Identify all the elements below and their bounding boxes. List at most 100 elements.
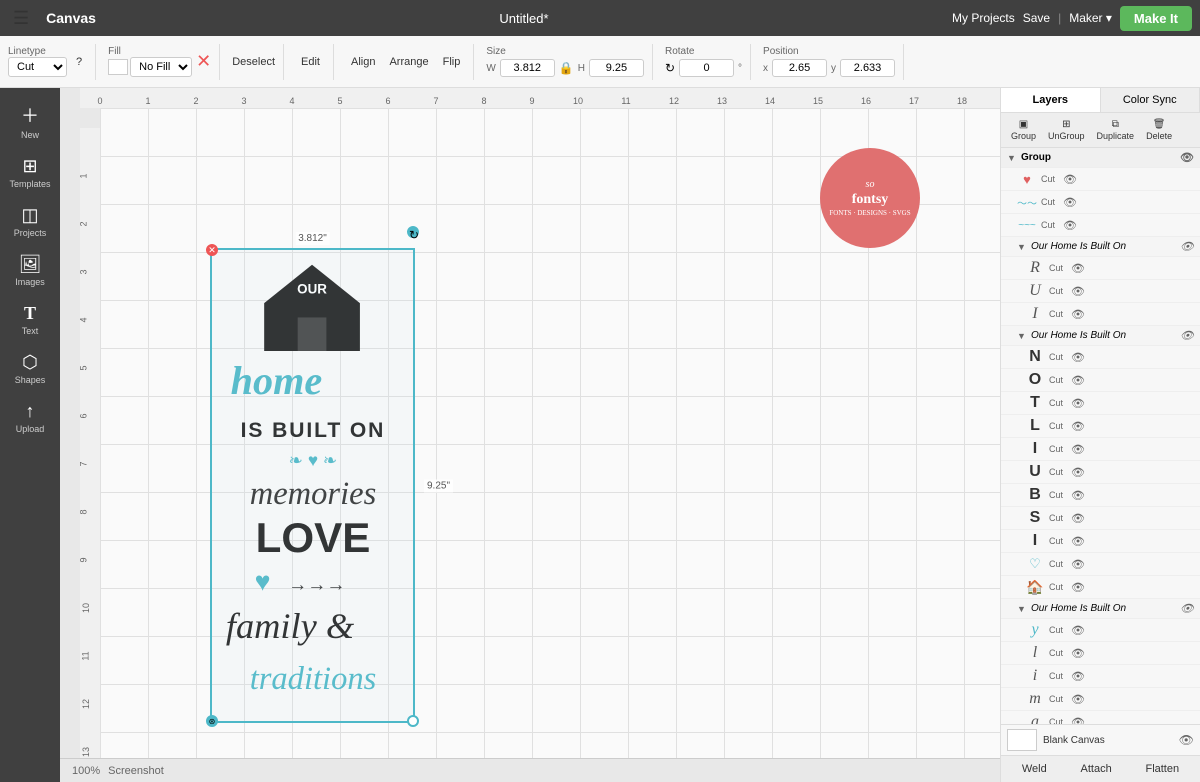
height-input[interactable]: 9.25: [589, 59, 644, 77]
eye-icon[interactable]: 👁: [1071, 374, 1085, 387]
eye-icon[interactable]: 👁: [1071, 308, 1085, 321]
eye-icon[interactable]: 👁: [1071, 351, 1085, 364]
list-item[interactable]: ♡ Cut 👁: [1001, 553, 1200, 576]
linetype-select[interactable]: CutDrawScore: [8, 57, 67, 77]
sidebar-item-upload[interactable]: ↑ Upload: [4, 395, 56, 440]
eye-icon[interactable]: 👁: [1180, 151, 1194, 164]
eye-icon[interactable]: 👁: [1180, 602, 1194, 615]
fill-color-box[interactable]: [108, 59, 128, 75]
eye-icon[interactable]: 👁: [1071, 512, 1085, 525]
eye-icon[interactable]: 👁: [1071, 624, 1085, 637]
letter-i-icon: I: [1025, 441, 1045, 457]
my-projects-button[interactable]: My Projects: [952, 11, 1015, 25]
align-button[interactable]: Align: [346, 53, 380, 71]
list-item[interactable]: ♥ Cut 👁: [1001, 168, 1200, 191]
selection-box[interactable]: ✕ ↻ ⊛ 3.812" 9.25": [210, 248, 415, 723]
eye-icon[interactable]: 👁: [1071, 262, 1085, 275]
list-item[interactable]: y Cut 👁: [1001, 619, 1200, 642]
eye-icon[interactable]: 👁: [1180, 240, 1194, 253]
make-it-button[interactable]: Make It: [1120, 6, 1192, 31]
list-item[interactable]: ~~~ Cut 👁: [1001, 214, 1200, 237]
list-item[interactable]: T Cut 👁: [1001, 392, 1200, 415]
edit-button[interactable]: Edit: [296, 53, 325, 71]
layer-sub-group-1[interactable]: ▼ Our Home Is Built On 👁: [1001, 237, 1200, 257]
menu-icon[interactable]: ☰: [8, 5, 34, 32]
eye-icon[interactable]: 👁: [1063, 196, 1077, 209]
y-position-input[interactable]: 2.633: [840, 59, 895, 77]
flatten-button[interactable]: Flatten: [1137, 760, 1187, 778]
list-item[interactable]: L Cut 👁: [1001, 415, 1200, 438]
list-item[interactable]: I Cut 👁: [1001, 530, 1200, 553]
list-item[interactable]: U Cut 👁: [1001, 461, 1200, 484]
list-item[interactable]: O Cut 👁: [1001, 369, 1200, 392]
eye-icon[interactable]: 👁: [1071, 581, 1085, 594]
tab-color-sync[interactable]: Color Sync: [1101, 88, 1200, 112]
canvas-scroll[interactable]: 1 2 3 4 5 6 7 8 9 10 11 12 13 14 15: [80, 108, 1000, 782]
ungroup-button[interactable]: ⊞ UnGroup: [1044, 117, 1089, 143]
eye-icon[interactable]: 👁: [1071, 397, 1085, 410]
eye-icon[interactable]: 👁: [1180, 329, 1194, 342]
fill-select[interactable]: No FillColor: [130, 57, 192, 77]
zoom-label: 100%: [72, 765, 100, 777]
group-button[interactable]: ▣ Group: [1007, 117, 1040, 143]
sidebar-item-new[interactable]: ＋ New: [4, 96, 56, 146]
rotate-handle[interactable]: ↻: [407, 226, 419, 238]
eye-icon[interactable]: 👁: [1071, 420, 1085, 433]
lock-bl-handle[interactable]: ⊛: [206, 715, 218, 727]
layer-sub-group-2[interactable]: ▼ Our Home Is Built On 👁: [1001, 326, 1200, 346]
rotate-input[interactable]: 0: [679, 59, 734, 77]
layer-sub-group-3[interactable]: ▼ Our Home Is Built On 👁: [1001, 599, 1200, 619]
eye-icon[interactable]: 👁: [1071, 716, 1085, 725]
list-item[interactable]: m Cut 👁: [1001, 688, 1200, 711]
maker-button[interactable]: Maker ▾: [1069, 11, 1112, 25]
arrange-button[interactable]: Arrange: [384, 53, 433, 71]
eye-icon[interactable]: 👁: [1071, 558, 1085, 571]
delete-button[interactable]: 🗑 Delete: [1142, 117, 1176, 143]
tab-layers[interactable]: Layers: [1001, 88, 1101, 112]
x-position-input[interactable]: 2.65: [772, 59, 827, 77]
close-handle[interactable]: ✕: [206, 244, 218, 256]
list-item[interactable]: i Cut 👁: [1001, 665, 1200, 688]
list-item[interactable]: I Cut 👁: [1001, 303, 1200, 326]
sidebar-item-images[interactable]: 🖼 Images: [4, 248, 56, 293]
eye-icon[interactable]: 👁: [1071, 670, 1085, 683]
list-item[interactable]: S Cut 👁: [1001, 507, 1200, 530]
list-item[interactable]: B Cut 👁: [1001, 484, 1200, 507]
list-item[interactable]: 🏠 Cut 👁: [1001, 576, 1200, 599]
eye-icon[interactable]: 👁: [1063, 173, 1077, 186]
canvas-area[interactable]: 0 1 2 3 4 5 6 7 8 9 10 11 12 13 14 15 16…: [60, 88, 1000, 782]
flip-button[interactable]: Flip: [438, 53, 466, 71]
deselect-button[interactable]: Deselect: [232, 56, 275, 68]
duplicate-button[interactable]: ⧉ Duplicate: [1093, 117, 1139, 143]
list-item[interactable]: 〜〜 Cut 👁: [1001, 191, 1200, 214]
list-item[interactable]: U Cut 👁: [1001, 280, 1200, 303]
eye-icon[interactable]: 👁: [1063, 219, 1077, 232]
eye-icon[interactable]: 👁: [1071, 535, 1085, 548]
list-item[interactable]: R Cut 👁: [1001, 257, 1200, 280]
resize-br-handle[interactable]: [407, 715, 419, 727]
rotate-group: Rotate ↻ 0 °: [665, 44, 751, 80]
sidebar-item-text[interactable]: T Text: [4, 297, 56, 342]
linetype-help[interactable]: ?: [71, 53, 87, 71]
list-item[interactable]: I Cut 👁: [1001, 438, 1200, 461]
list-item[interactable]: a Cut 👁: [1001, 711, 1200, 724]
canvas-eye-icon[interactable]: 👁: [1179, 733, 1194, 747]
list-item[interactable]: N Cut 👁: [1001, 346, 1200, 369]
weld-button[interactable]: Weld: [1014, 760, 1055, 778]
blank-canvas-label: Blank Canvas: [1043, 735, 1105, 746]
sidebar-item-templates[interactable]: ⊞ Templates: [4, 150, 56, 195]
attach-button[interactable]: Attach: [1073, 760, 1120, 778]
width-input[interactable]: 3.812: [500, 59, 555, 77]
eye-icon[interactable]: 👁: [1071, 285, 1085, 298]
save-button[interactable]: Save: [1023, 11, 1050, 25]
list-item[interactable]: l Cut 👁: [1001, 642, 1200, 665]
letter-layer-icon: U: [1025, 283, 1045, 299]
eye-icon[interactable]: 👁: [1071, 647, 1085, 660]
eye-icon[interactable]: 👁: [1071, 489, 1085, 502]
eye-icon[interactable]: 👁: [1071, 466, 1085, 479]
eye-icon[interactable]: 👁: [1071, 693, 1085, 706]
eye-icon[interactable]: 👁: [1071, 443, 1085, 456]
sidebar-item-projects[interactable]: ◫ Projects: [4, 199, 56, 244]
layer-group-header[interactable]: ▼ Group 👁: [1001, 148, 1200, 168]
sidebar-item-shapes[interactable]: ⬡ Shapes: [4, 346, 56, 391]
